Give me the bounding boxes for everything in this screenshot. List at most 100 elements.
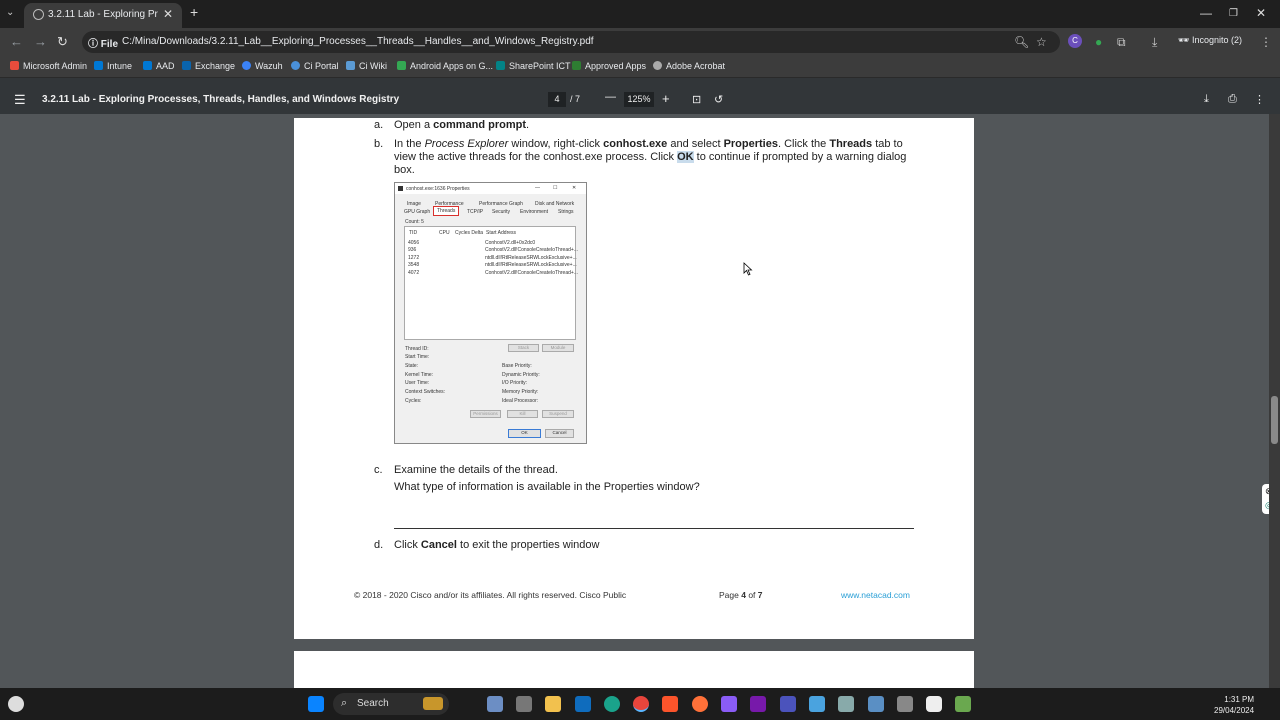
rotate-icon[interactable]: ↺ — [714, 93, 723, 106]
bookmark-label: Adobe Acrobat — [666, 61, 726, 71]
profile-avatar[interactable]: C — [1068, 34, 1082, 48]
address-bar[interactable]: ⓘ File C:/Mina/Downloads/3.2.11_Lab__Exp… — [82, 31, 1060, 53]
step-b-line-2-part-1: view the active threads for the conhost.… — [394, 151, 678, 163]
zoom-icon[interactable]: 🔍︎ — [1014, 35, 1029, 49]
wazuh-icon — [242, 61, 251, 70]
vertical-scrollbar[interactable] — [1269, 114, 1280, 688]
fit-page-icon[interactable]: ⊡ — [692, 93, 701, 106]
task-view-icon[interactable] — [516, 696, 532, 712]
zoom-in-icon[interactable]: + — [662, 91, 670, 106]
file-explorer-icon[interactable] — [545, 696, 561, 712]
bookmark-exchange[interactable]: Exchange — [182, 61, 235, 71]
search-icon: ⌕ — [341, 697, 348, 709]
bookmark-ci-portal[interactable]: Ci Portal — [291, 61, 339, 71]
media-icon[interactable] — [926, 696, 942, 712]
monitor-icon[interactable] — [868, 696, 884, 712]
system-clock[interactable]: 1:31 PM 29/04/2024 — [1214, 694, 1254, 716]
widgets-icon[interactable] — [8, 696, 24, 712]
url-text[interactable]: C:/Mina/Downloads/3.2.11_Lab__Exploring_… — [122, 36, 594, 47]
bookmark-ci-wiki[interactable]: Ci Wiki — [346, 61, 387, 71]
bookmark-microsoft-admin[interactable]: Microsoft Admin — [10, 61, 87, 71]
pdf-toolbar: ☰ 3.2.11 Lab - Exploring Processes, Thre… — [0, 86, 1280, 114]
forward-icon[interactable]: → — [34, 34, 47, 49]
copilot-icon[interactable] — [487, 696, 503, 712]
viewer-gap — [0, 78, 1280, 86]
dialog-maximize-icon: ☐ — [553, 185, 558, 191]
bookmark-adobe-acrobat[interactable]: Adobe Acrobat — [653, 61, 725, 71]
remote-desktop-icon[interactable] — [809, 696, 825, 712]
scrollbar-thumb[interactable] — [1271, 396, 1278, 444]
outlook-icon[interactable] — [575, 696, 591, 712]
bookmark-sharepoint-ict[interactable]: SharePoint ICT — [496, 61, 571, 71]
label-io-priority: I/O Priority: — [502, 380, 528, 386]
teams-icon[interactable] — [780, 696, 796, 712]
extension-icon[interactable]: ● — [1095, 35, 1102, 49]
footer-page-1: Page — [719, 590, 742, 600]
label-user-time: User Time: — [405, 380, 430, 386]
pdf-viewer[interactable]: a. Open a command prompt. b. In the Proc… — [0, 114, 1280, 688]
microsoft-admin-icon — [10, 61, 19, 70]
row-tid: 1272 — [408, 255, 420, 261]
print-icon[interactable]: ⎙ — [1228, 93, 1237, 106]
browser-toolbar: ← → ↻ ⓘ File C:/Mina/Downloads/3.2.11_La… — [0, 28, 1280, 56]
download-icon[interactable]: ⤓ — [1152, 35, 1157, 50]
tab-image: Image — [407, 201, 421, 207]
bookmark-android-apps[interactable]: Android Apps on G... — [397, 61, 493, 71]
step-b-line-2-part-2: to continue if prompted by a warning dia… — [693, 151, 907, 163]
dialog-close-icon: ✕ — [572, 185, 577, 191]
step-a-letter: a. — [374, 119, 384, 131]
console-icon — [398, 186, 403, 191]
col-start-address: Start Address — [486, 230, 517, 236]
step-c-line-1: Examine the details of the thread. — [394, 464, 558, 476]
onenote-icon[interactable] — [750, 696, 766, 712]
notepad-icon[interactable] — [955, 696, 971, 712]
extensions-puzzle-icon[interactable]: ⧉ — [1117, 35, 1126, 50]
zoom-input[interactable]: 125% — [624, 92, 654, 107]
restore-icon[interactable]: ❐ — [1229, 8, 1238, 19]
chrome-icon[interactable] — [633, 696, 649, 712]
zoom-out-icon[interactable]: — — [605, 91, 616, 103]
browser-tab[interactable]: 3.2.11 Lab - Exploring Processes ✕ — [24, 3, 182, 28]
minimize-icon[interactable]: — — [1200, 6, 1212, 20]
row-address: ConhostV2.dll+0x2dc0 — [485, 240, 536, 246]
window-close-icon[interactable]: ✕ — [1256, 6, 1266, 20]
taskbar-search[interactable]: ⌕ Search — [333, 693, 449, 715]
step-d-text: Click Cancel to exit the properties wind… — [394, 539, 599, 551]
bookmark-aad[interactable]: AAD — [143, 61, 175, 71]
download-pdf-icon[interactable]: ⤓ — [1204, 93, 1209, 106]
back-icon[interactable]: ← — [10, 34, 23, 49]
tab-disk-network: Disk and Network — [535, 201, 575, 207]
step-a-text: Open a command prompt. — [394, 119, 529, 131]
new-tab-icon[interactable]: + — [190, 4, 198, 20]
start-windows-icon[interactable] — [308, 696, 324, 712]
brave-icon[interactable] — [662, 696, 678, 712]
bookmark-approved-apps[interactable]: Approved Apps — [572, 61, 646, 71]
footer-link[interactable]: www.netacad.com — [841, 590, 910, 600]
file-chip[interactable]: ⓘ File — [88, 35, 118, 50]
tab-search-icon[interactable]: ⌄ — [6, 7, 14, 18]
stack-button: Stack — [508, 344, 539, 352]
bookmark-label: Ci Portal — [304, 61, 339, 71]
thread-list: TID CPU Cycles Delta Start Address 4056 … — [404, 226, 578, 340]
close-tab-icon[interactable]: ✕ — [163, 7, 173, 21]
approved-apps-icon — [572, 61, 581, 70]
hamburger-menu-icon[interactable]: ☰ — [14, 92, 26, 108]
snipping-tool-icon[interactable] — [897, 696, 913, 712]
tab-gpu-graph: GPU Graph — [404, 209, 431, 215]
firefox-icon[interactable] — [692, 696, 708, 712]
app-icon[interactable] — [721, 696, 737, 712]
bookmark-label: Approved Apps — [585, 61, 647, 71]
menu-kebab-icon[interactable]: ⋮ — [1260, 35, 1272, 49]
incognito-badge[interactable]: 🕶︎ Incognito (2) — [1178, 35, 1242, 46]
bookmark-wazuh[interactable]: Wazuh — [242, 61, 283, 71]
label-state: State: — [405, 363, 419, 369]
bookmark-intune[interactable]: Intune — [94, 61, 132, 71]
globe-icon — [653, 61, 662, 70]
calculator-icon[interactable] — [838, 696, 854, 712]
more-options-icon[interactable]: ⋮ — [1254, 93, 1265, 106]
bookmark-star-icon[interactable]: ☆ — [1036, 35, 1047, 49]
col-cycles-delta: Cycles Delta — [455, 230, 484, 236]
reload-icon[interactable]: ↻ — [57, 34, 68, 50]
edge-icon[interactable] — [604, 696, 620, 712]
page-number-input[interactable]: 4 — [548, 92, 566, 107]
